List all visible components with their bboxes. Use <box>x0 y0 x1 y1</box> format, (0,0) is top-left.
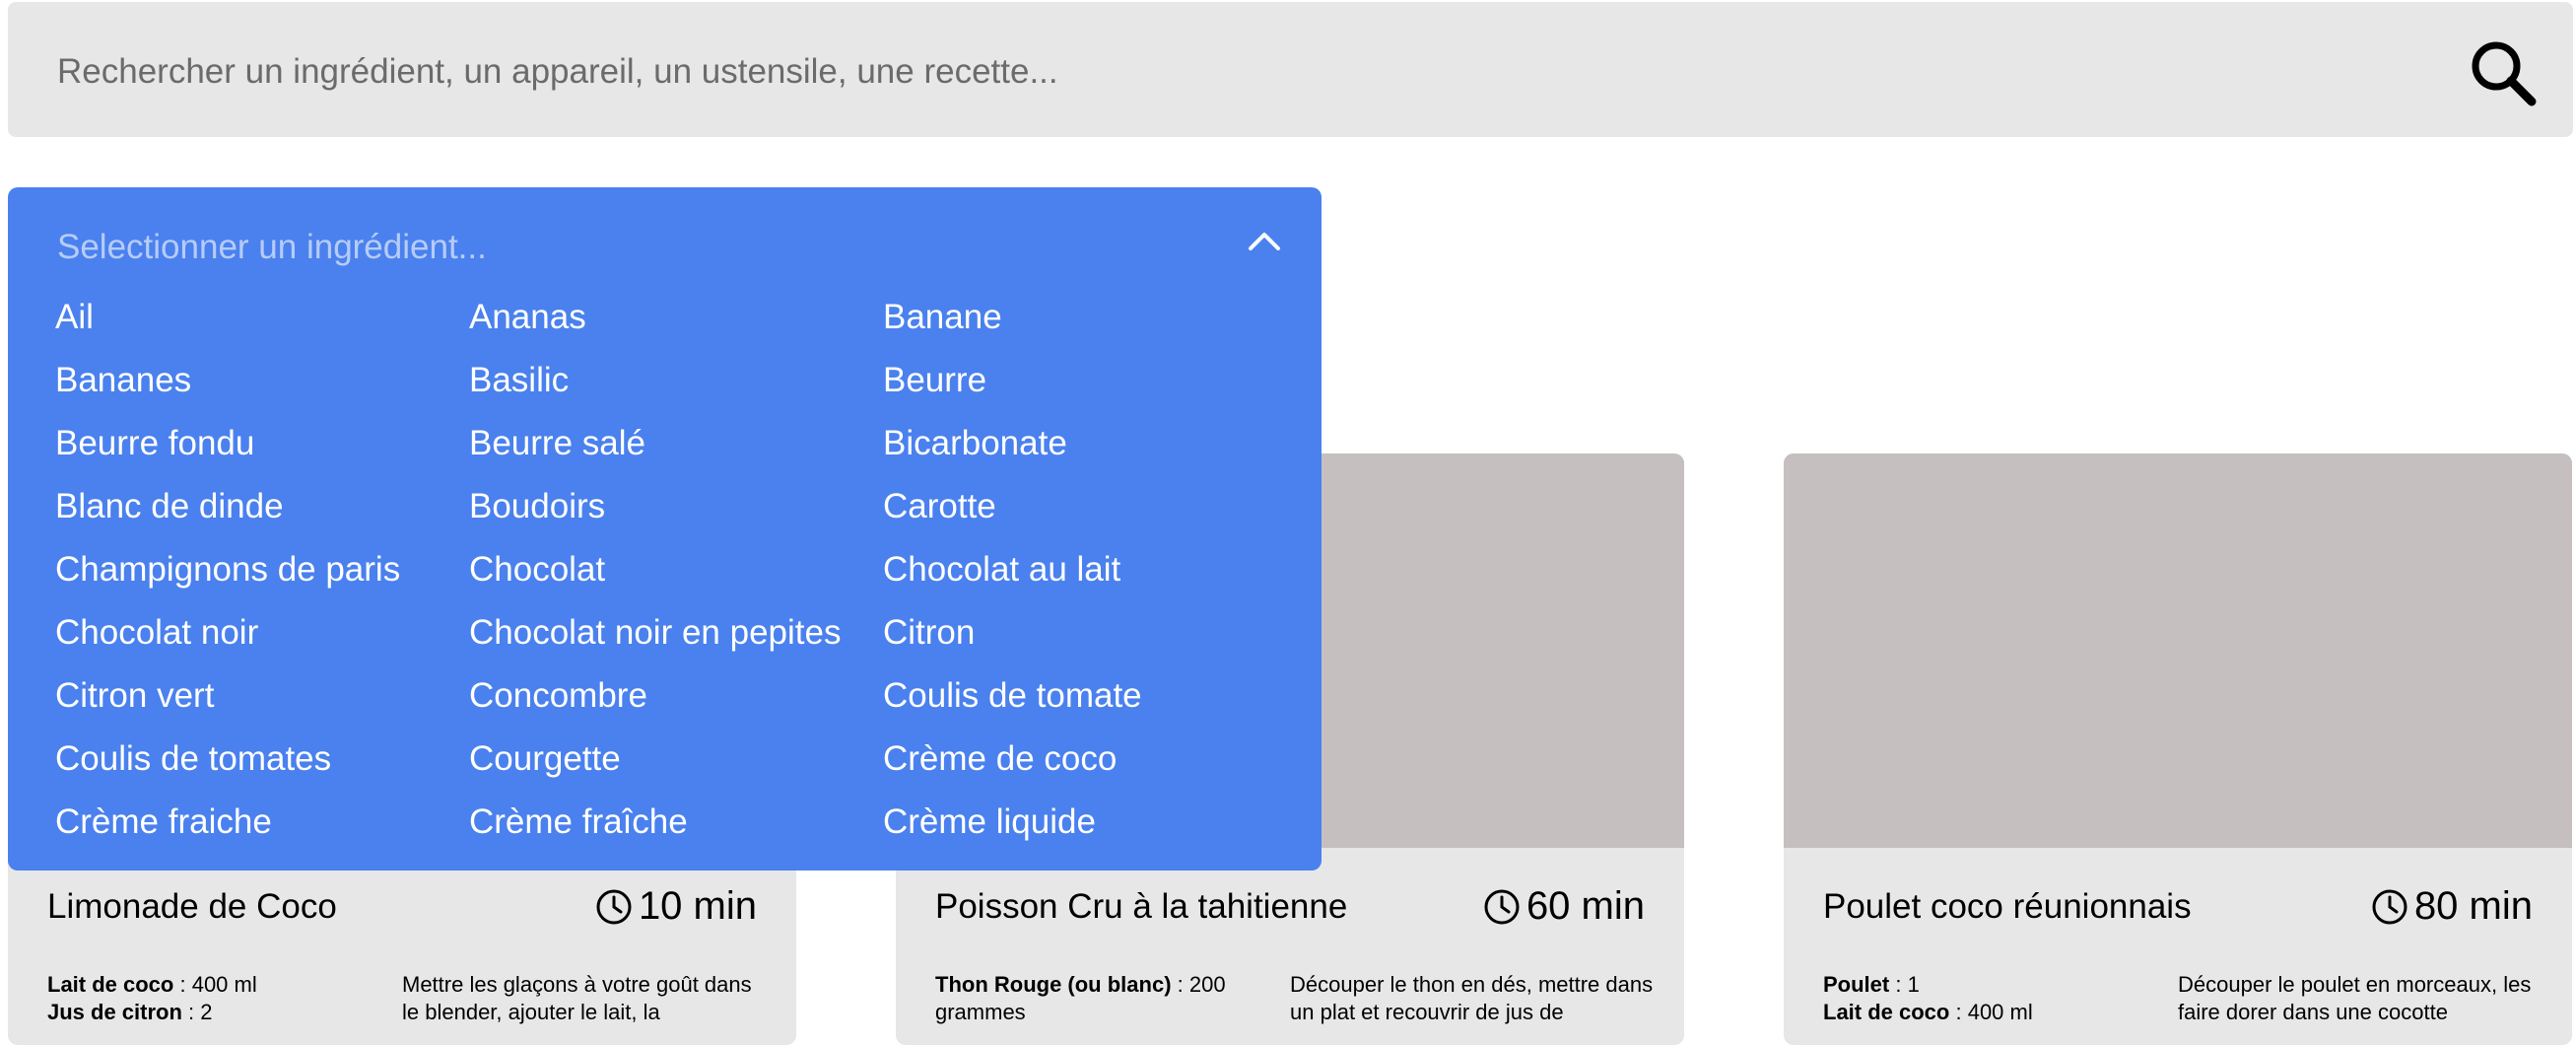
ingredient-line: Thon Rouge (ou blanc) : 200 grammes <box>935 972 1226 1024</box>
ingredient-option[interactable]: Concombre <box>469 664 883 728</box>
recipe-card[interactable]: Poulet coco réunionnais 80 min Poulet : … <box>1784 453 2572 1045</box>
ingredient-option[interactable]: Courgette <box>469 728 883 791</box>
ingredient-option[interactable]: Crème liquide <box>883 791 1297 848</box>
ingredient-option[interactable]: Champignons de paris <box>55 538 469 601</box>
ingredient-option[interactable]: Chocolat noir <box>55 601 469 664</box>
ingredient-name: Jus de citron <box>47 1000 182 1024</box>
chevron-up-icon[interactable] <box>1243 219 1286 262</box>
recipe-description: Mettre les glaçons à votre goût dans le … <box>402 972 752 1024</box>
search-bar <box>8 2 2573 137</box>
ingredient-name: Thon Rouge (ou blanc) <box>935 972 1172 997</box>
recipe-time-value: 60 min <box>1525 884 1645 928</box>
recipe-description: Découper le poulet en morceaux, les fair… <box>2178 972 2532 1024</box>
ingredient-option[interactable]: Bicarbonate <box>883 412 1297 475</box>
ingredient-line: Jus de citron : 2 <box>47 1000 213 1024</box>
recipe-time: 10 min <box>595 884 757 929</box>
recipe-time-value: 10 min <box>638 884 757 928</box>
ingredient-quantity: 2 <box>200 1000 213 1024</box>
ingredient-search-input[interactable] <box>55 212 1192 283</box>
ingredient-name: Lait de coco <box>47 972 174 997</box>
ingredient-line: Poulet : 1 <box>1823 972 1920 997</box>
search-icon[interactable] <box>2469 38 2538 107</box>
ingredient-option[interactable]: Blanc de dinde <box>55 475 469 538</box>
recipe-time: 60 min <box>1483 884 1645 929</box>
recipe-time: 80 min <box>2371 884 2533 929</box>
ingredient-option[interactable]: Coulis de tomate <box>883 664 1297 728</box>
ingredient-name: Lait de coco <box>1823 1000 1950 1024</box>
ingredient-option[interactable]: Boudoirs <box>469 475 883 538</box>
ingredient-quantity: 400 ml <box>191 972 257 997</box>
ingredient-option[interactable]: Coulis de tomates <box>55 728 469 791</box>
recipe-ingredients: Thon Rouge (ou blanc) : 200 grammes <box>935 971 1260 1026</box>
recipe-ingredients: Lait de coco : 400 ml Jus de citron : 2 <box>47 971 373 1026</box>
recipe-ingredients: Poulet : 1 Lait de coco : 400 ml <box>1823 971 2148 1026</box>
clock-icon <box>1484 889 1520 924</box>
ingredient-option[interactable]: Chocolat noir en pepites <box>469 601 883 664</box>
ingredient-option[interactable]: Chocolat <box>469 538 883 601</box>
search-input[interactable] <box>55 32 2424 112</box>
ingredient-option[interactable]: Ananas <box>469 286 883 349</box>
ingredient-option[interactable]: Beurre <box>883 349 1297 412</box>
recipe-title: Limonade de Coco <box>47 887 337 926</box>
ingredient-dropdown: AilAnanasBananeBananesBasilicBeurreBeurr… <box>8 187 1322 871</box>
clock-icon <box>596 889 632 924</box>
ingredient-option[interactable]: Crème fraiche <box>55 791 469 848</box>
ingredient-option[interactable]: Crème fraîche <box>469 791 883 848</box>
recipe-time-value: 80 min <box>2413 884 2533 928</box>
ingredient-option[interactable]: Banane <box>883 286 1297 349</box>
recipe-title: Poisson Cru à la tahitienne <box>935 887 1348 926</box>
ingredient-option[interactable]: Beurre fondu <box>55 412 469 475</box>
ingredient-name: Poulet <box>1823 972 1890 997</box>
ingredient-line: Lait de coco : 400 ml <box>1823 1000 2033 1024</box>
recipe-description: Découper le thon en dés, mettre dans un … <box>1290 972 1654 1024</box>
ingredient-option[interactable]: Ail <box>55 286 469 349</box>
ingredient-quantity: 400 ml <box>1967 1000 2033 1024</box>
ingredient-quantity: 1 <box>1907 972 1920 997</box>
recipe-title: Poulet coco réunionnais <box>1823 887 2192 926</box>
ingredient-option[interactable]: Citron vert <box>55 664 469 728</box>
ingredient-list: Ail Ananas Banane Bananes Basilic Beurre Beurr… <box>55 286 1297 848</box>
ingredient-option[interactable]: Crème de coco <box>883 728 1297 791</box>
ingredient-option[interactable]: Citron <box>883 601 1297 664</box>
ingredient-option[interactable]: Basilic <box>469 349 883 412</box>
ingredient-option[interactable]: Beurre salé <box>469 412 883 475</box>
recipe-image <box>1784 453 2572 848</box>
ingredient-option[interactable]: Bananes <box>55 349 469 412</box>
ingredient-line: Lait de coco : 400 ml <box>47 972 257 997</box>
clock-icon <box>2372 889 2407 924</box>
ingredient-option[interactable]: Carotte <box>883 475 1297 538</box>
ingredient-option[interactable]: Chocolat au lait <box>883 538 1297 601</box>
